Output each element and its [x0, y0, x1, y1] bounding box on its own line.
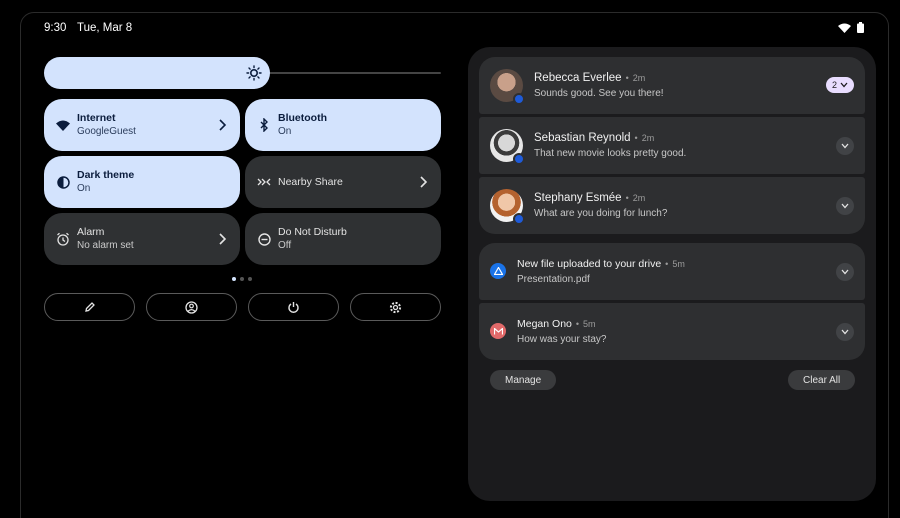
nearby-share-icon [257, 175, 271, 189]
manage-button[interactable]: Manage [490, 370, 557, 390]
expand-button[interactable] [836, 323, 854, 341]
notification-time: 5m [672, 259, 685, 269]
tile-subtitle: On [278, 126, 292, 137]
notification-body: How was your stay? [517, 334, 607, 345]
notification-panel: Rebecca Everlee • 2m Sounds good. See you … [468, 47, 876, 501]
battery-icon [857, 22, 864, 33]
tile-do-not-disturb[interactable]: Do Not Disturb Off [245, 213, 441, 265]
chevron-right-icon [219, 119, 227, 131]
tile-title: Nearby Share [278, 175, 343, 188]
tile-title: Alarm [77, 226, 105, 238]
notification-sender: Sebastian Reynold [534, 132, 631, 144]
power-button[interactable] [248, 293, 339, 321]
notification-count-badge[interactable]: 2 [825, 77, 854, 93]
chevron-down-icon [841, 143, 849, 149]
notification-title: New file uploaded to your drive [517, 258, 662, 270]
tile-bluetooth[interactable]: Bluetooth On [245, 99, 441, 151]
notification-drive[interactable]: New file uploaded to your drive • 5m Prese… [479, 243, 865, 300]
brightness-fill[interactable] [44, 57, 270, 89]
notification-conversation[interactable]: Sebastian Reynold • 2m That new movie look… [479, 117, 865, 174]
chevron-down-icon [840, 82, 848, 88]
power-icon [288, 301, 299, 313]
message-badge-icon [513, 213, 525, 225]
notification-conversation[interactable]: Rebecca Everlee • 2m Sounds good. See you … [479, 57, 865, 114]
alarm-icon [56, 232, 70, 246]
chevron-down-icon [841, 269, 849, 275]
pencil-icon [84, 302, 95, 312]
chevron-down-icon [841, 329, 849, 335]
brightness-slider[interactable] [44, 57, 441, 89]
notification-time: 2m [632, 73, 646, 83]
brightness-icon [246, 65, 262, 81]
status-icons [838, 22, 864, 33]
expand-button[interactable] [836, 137, 854, 155]
gmail-icon [490, 323, 506, 339]
do-not-disturb-icon [257, 232, 271, 246]
chevron-down-icon [841, 203, 849, 209]
expand-button[interactable] [836, 197, 854, 215]
notification-count: 2 [831, 80, 837, 90]
tile-dark-theme[interactable]: Dark theme On [44, 156, 240, 208]
chevron-right-icon [219, 233, 227, 245]
notification-message: That new movie looks pretty good. [534, 148, 687, 159]
user-icon [185, 300, 198, 314]
page-dot[interactable] [248, 277, 252, 281]
clear-all-button[interactable]: Clear All [788, 370, 856, 390]
notification-title: Megan Ono [517, 318, 572, 330]
notification-message: What are you doing for lunch? [534, 208, 668, 219]
notification-sender: Stephany Esmée [534, 192, 622, 204]
message-badge-icon [513, 153, 525, 165]
notification-sender: Rebecca Everlee [534, 72, 622, 84]
tile-title: Dark theme [77, 169, 135, 181]
message-badge-icon [513, 93, 525, 105]
tile-subtitle: No alarm set [77, 240, 134, 251]
page-dot[interactable] [232, 277, 236, 281]
expand-button[interactable] [836, 263, 854, 281]
dark-theme-icon [56, 175, 70, 189]
notification-body: Presentation.pdf [517, 274, 590, 285]
status-date: Tue, Mar 8 [77, 22, 133, 34]
tile-subtitle: GoogleGuest [77, 126, 136, 137]
tile-subtitle: On [77, 183, 91, 194]
user-button[interactable] [146, 293, 237, 321]
tile-internet[interactable]: Internet GoogleGuest [44, 99, 240, 151]
drive-icon [490, 263, 506, 279]
notification-time: 2m [632, 193, 646, 203]
bluetooth-icon [257, 118, 271, 132]
notification-time: 5m [583, 319, 596, 329]
tile-nearby-share[interactable]: Nearby Share [245, 156, 441, 208]
notification-email[interactable]: Megan Ono • 5m How was your stay? [479, 303, 865, 360]
gear-icon [389, 301, 402, 313]
page-dot[interactable] [240, 277, 244, 281]
settings-button[interactable] [350, 293, 441, 321]
page-indicator [232, 277, 252, 281]
tile-subtitle: Off [278, 240, 292, 251]
notification-conversation[interactable]: Stephany Esmée • 2m What are you doing for… [479, 177, 865, 234]
tile-title: Do Not Disturb [278, 226, 347, 238]
tile-title: Bluetooth [278, 112, 327, 124]
status-time: 9:30 [44, 22, 67, 34]
edit-button[interactable] [44, 293, 135, 321]
wifi-icon [56, 118, 70, 132]
wifi-signal-icon [838, 23, 851, 33]
notification-time: 2m [641, 133, 655, 143]
notification-message: Sounds good. See you there! [534, 88, 664, 99]
tile-title: Internet [77, 112, 116, 124]
chevron-right-icon [420, 176, 428, 188]
tile-alarm[interactable]: Alarm No alarm set [44, 213, 240, 265]
